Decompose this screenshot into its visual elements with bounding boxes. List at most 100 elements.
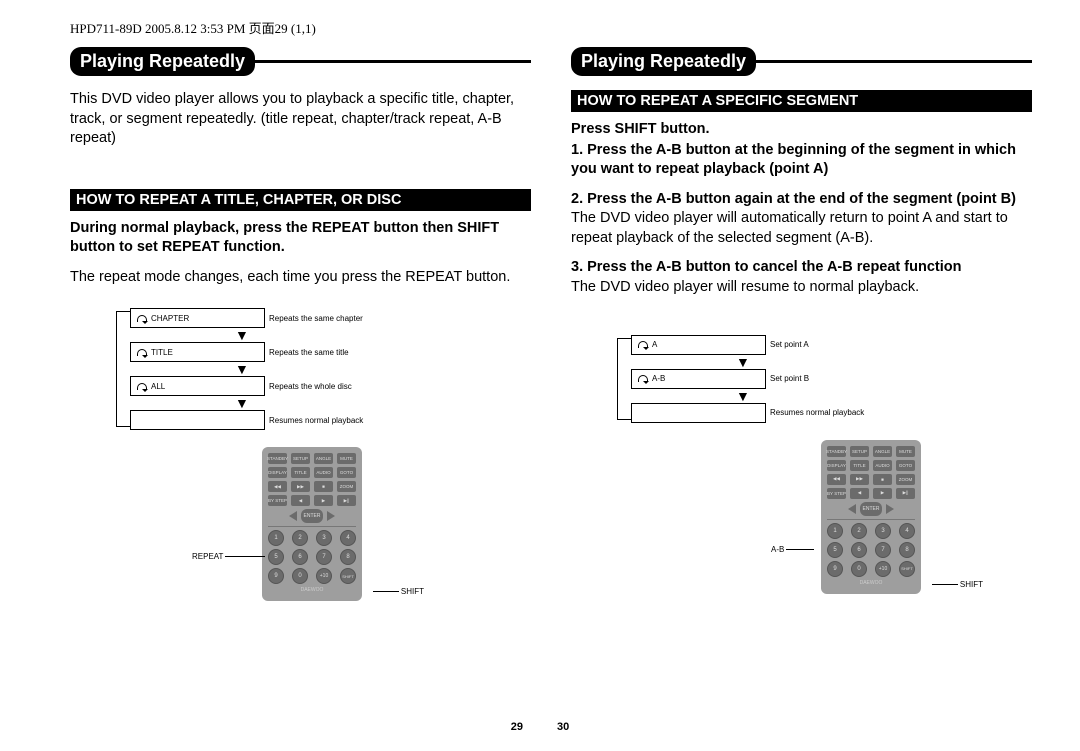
flow-tag: A — [652, 340, 657, 349]
flow-tag: CHAPTER — [151, 314, 189, 323]
remote-btn: ZOOM — [896, 474, 915, 485]
num-btn: 6 — [851, 542, 867, 558]
enter-btn: ENTER — [301, 509, 323, 523]
num-btn: 8 — [899, 542, 915, 558]
remote-btn: ANGLE — [314, 453, 333, 464]
flow-desc: Set point B — [770, 374, 809, 383]
sub-heading-right: HOW TO REPEAT A SPECIFIC SEGMENT — [571, 90, 1032, 112]
num-btn: 5 — [268, 549, 284, 565]
flow-tag: A-B — [652, 374, 665, 383]
flow-tag: ALL — [151, 382, 165, 391]
remote-btn: ▶ — [314, 495, 333, 506]
left-column: Playing Repeatedly This DVD video player… — [70, 47, 531, 601]
loop-icon — [137, 383, 147, 390]
remote-diagram-left: REPEAT SHIFT STANDBYSETUPANGLEMUTE DISPL… — [222, 447, 402, 601]
remote-btn: ◀◀ — [827, 474, 846, 485]
flow-desc: Repeats the same title — [269, 348, 349, 357]
num-btn: 0 — [292, 568, 308, 584]
num-btn: SHIFT — [340, 568, 356, 584]
remote-btn: DISPLAY — [827, 460, 846, 471]
remote-btn: ▶ — [873, 488, 892, 499]
num-btn: SHIFT — [899, 561, 915, 577]
remote-btn: ■ — [873, 474, 892, 485]
step-2: 2. Press the A-B button again at the end… — [571, 190, 1032, 210]
num-btn: 5 — [827, 542, 843, 558]
loop-icon — [638, 341, 648, 348]
flow-desc: Resumes normal playback — [770, 408, 864, 417]
page-numbers: 29 30 — [511, 721, 570, 733]
remote-btn: ▶▶ — [850, 474, 869, 485]
step-3: 3. Press the A-B button to cancel the A-… — [571, 258, 1032, 278]
left-arrow-icon — [848, 504, 856, 514]
num-btn: +10 — [875, 561, 891, 577]
title-divider — [756, 60, 1032, 63]
num-btn: 8 — [340, 549, 356, 565]
instruction-body: The repeat mode changes, each time you p… — [70, 268, 531, 288]
right-arrow-icon — [327, 511, 335, 521]
callout-shift: SHIFT — [932, 580, 983, 589]
remote-btn: SETUP — [850, 446, 869, 457]
remote-btn: TITLE — [291, 467, 310, 478]
remote-btn: ◀ — [291, 495, 310, 506]
num-btn: +10 — [316, 568, 332, 584]
instruction-bold: During normal playback, press the REPEAT… — [70, 219, 531, 258]
remote-btn: DISPLAY — [268, 467, 287, 478]
remote-btn: AUDIO — [873, 460, 892, 471]
remote-brand: DAEWOO — [268, 587, 356, 593]
right-column: Playing Repeatedly HOW TO REPEAT A SPECI… — [571, 47, 1032, 601]
num-btn: 7 — [875, 542, 891, 558]
remote-btn: ▶|| — [337, 495, 356, 506]
two-column-layout: Playing Repeatedly This DVD video player… — [70, 47, 1032, 601]
remote-btn: ◀ — [850, 488, 869, 499]
step-1: 1. Press the A-B button at the beginning… — [571, 141, 1032, 180]
left-arrow-icon — [289, 511, 297, 521]
num-btn: 4 — [899, 523, 915, 539]
remote-btn: ■ — [314, 481, 333, 492]
doc-header: HPD711-89D 2005.8.12 3:53 PM 页面29 (1,1) — [70, 18, 1032, 37]
remote-btn: BY STEP — [827, 488, 846, 499]
remote-btn: MUTE — [337, 453, 356, 464]
flow-desc: Set point A — [770, 340, 809, 349]
num-btn: 9 — [827, 561, 843, 577]
loop-icon — [137, 349, 147, 356]
num-btn: 4 — [340, 530, 356, 546]
loop-icon — [638, 375, 648, 382]
flow-desc: Repeats the same chapter — [269, 314, 363, 323]
flow-tag: TITLE — [151, 348, 173, 357]
remote-btn: ▶▶ — [291, 481, 310, 492]
remote-btn: STANDBY — [827, 446, 846, 457]
remote-btn: ZOOM — [337, 481, 356, 492]
remote-btn: ANGLE — [873, 446, 892, 457]
remote-btn: GOTO — [896, 460, 915, 471]
remote-btn: ◀◀ — [268, 481, 287, 492]
num-btn: 3 — [875, 523, 891, 539]
enter-btn: ENTER — [860, 502, 882, 516]
press-shift: Press SHIFT button. — [571, 120, 1032, 140]
remote-btn: BY STEP — [268, 495, 287, 506]
flow-desc: Resumes normal playback — [269, 416, 363, 425]
num-btn: 6 — [292, 549, 308, 565]
right-arrow-icon — [886, 504, 894, 514]
section-title-right: Playing Repeatedly — [571, 47, 756, 76]
page-number-right: 30 — [557, 721, 569, 733]
remote-btn: SETUP — [291, 453, 310, 464]
num-btn: 2 — [851, 523, 867, 539]
page-number-left: 29 — [511, 721, 523, 733]
num-btn: 9 — [268, 568, 284, 584]
num-btn: 2 — [292, 530, 308, 546]
num-btn: 3 — [316, 530, 332, 546]
callout-repeat: REPEAT — [192, 552, 265, 561]
step-3-desc: The DVD video player will resume to norm… — [571, 278, 1032, 298]
step-2-desc: The DVD video player will automatically … — [571, 209, 1032, 248]
remote-diagram-right: A-B SHIFT STANDBYSETUPANGLEMUTE DISPLAYT… — [781, 440, 961, 594]
loop-icon — [137, 315, 147, 322]
remote-btn: AUDIO — [314, 467, 333, 478]
remote-btn: ▶|| — [896, 488, 915, 499]
flow-desc: Repeats the whole disc — [269, 382, 352, 391]
sub-heading-left: HOW TO REPEAT A TITLE, CHAPTER, OR DISC — [70, 189, 531, 211]
ab-repeat-diagram: ASet point A ▼ A-BSet point B ▼ Resumes … — [631, 328, 971, 430]
num-btn: 1 — [268, 530, 284, 546]
remote-btn: TITLE — [850, 460, 869, 471]
section-title-left: Playing Repeatedly — [70, 47, 255, 76]
num-btn: 0 — [851, 561, 867, 577]
